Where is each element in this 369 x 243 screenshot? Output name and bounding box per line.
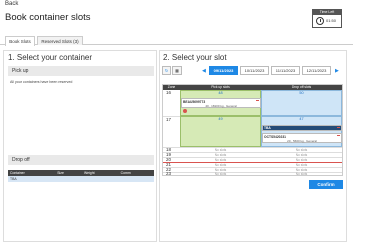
date-tab-0[interactable]: 09/11/2023 — [209, 66, 238, 75]
dropoff-count-17: 47 — [299, 117, 304, 121]
cell-size — [55, 176, 83, 182]
clock-icon — [316, 17, 324, 25]
pickup-count-16: 48 — [218, 91, 223, 95]
timer-label: Time Left — [313, 10, 341, 15]
tab-book-slots[interactable]: Book Slots — [5, 36, 35, 46]
select-container-heading: 1. Select your container — [8, 53, 93, 62]
booking-container-id: TBA — [263, 125, 341, 130]
calendar-icon[interactable]: ▦ — [172, 66, 182, 75]
select-slot-heading: 2. Select your slot — [163, 53, 227, 62]
booking-details: 40 , 18100 kg , General — [205, 103, 237, 108]
booking-details: 20 , 5600 kg , General — [287, 138, 317, 143]
back-link[interactable]: Back — [5, 1, 18, 7]
time-left-widget: Time Left 01:50 — [312, 9, 342, 28]
remove-icon[interactable] — [337, 127, 340, 128]
chevron-left-icon[interactable]: ◀ — [202, 68, 206, 74]
dropoff-count-16: 50 — [299, 91, 304, 95]
no-slots-dropoff-23: No slots — [295, 172, 308, 176]
tabs-bar: Book Slots Reserved Slots (3) — [0, 34, 353, 46]
pickup-count-17: 49 — [218, 117, 223, 121]
dropoff-container-table: Container Size Weight Comm TBA — [8, 170, 154, 182]
cell-comm — [118, 176, 154, 182]
confirm-button[interactable]: Confirm — [309, 180, 343, 189]
date-tab-2[interactable]: 11/11/2023 — [271, 66, 300, 75]
timer-value: 01:50 — [326, 18, 337, 23]
date-tab-1[interactable]: 10/11/2023 — [240, 66, 269, 75]
remove-icon[interactable] — [337, 135, 340, 136]
pickup-panel-header: Pick up — [8, 66, 154, 76]
slot-grid: Zone Pick up slots Drop off slots 16 48 … — [162, 84, 343, 176]
dropoff-booking-tba[interactable]: TBA — [262, 125, 342, 131]
dropoff-panel-header: Drop off — [8, 155, 154, 165]
page-title: Book container slots — [5, 12, 91, 23]
tab-reserved-slots[interactable]: Reserved Slots (3) — [37, 36, 83, 45]
warning-icon — [183, 109, 187, 113]
no-slots-pickup-23: No slots — [214, 172, 227, 176]
hour-23: 23 — [166, 171, 172, 176]
pickup-booking-card[interactable]: BEAU5699773 40 , 18100 kg , General — [181, 98, 261, 108]
hour-17: 17 — [166, 117, 172, 122]
container-card — [3, 50, 157, 242]
hour-16: 16 — [166, 90, 172, 95]
date-tab-3[interactable]: 12/11/2023 — [302, 66, 331, 75]
remove-icon[interactable] — [256, 100, 259, 101]
table-row[interactable]: TBA — [8, 176, 154, 182]
cell-container[interactable]: TBA — [8, 176, 56, 182]
chevron-right-icon[interactable]: ▶ — [335, 68, 339, 74]
pickup-message: All your containers have been reserved — [10, 80, 73, 84]
dropoff-booking-card[interactable]: OCTS5420231 20 , 5600 kg , General — [262, 133, 342, 143]
cell-weight — [82, 176, 119, 182]
refresh-icon[interactable]: ↻ — [162, 66, 171, 75]
